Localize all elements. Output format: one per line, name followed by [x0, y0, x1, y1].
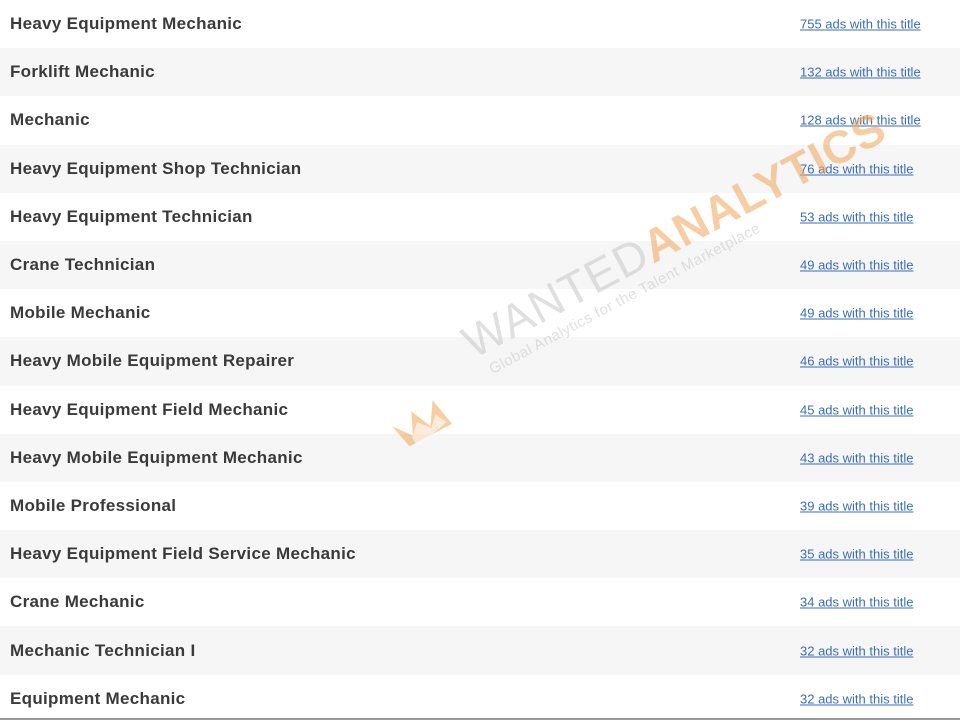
table-row: Equipment Mechanic 32 ads with this titl…: [0, 674, 960, 720]
table-row: Heavy Mobile Equipment Mechanic 43 ads w…: [0, 433, 960, 482]
table-row: Mobile Mechanic 49 ads with this title: [0, 289, 960, 338]
job-title: Mobile Mechanic: [10, 303, 151, 323]
job-title: Heavy Mobile Equipment Repairer: [10, 351, 295, 371]
table-row: Crane Technician 49 ads with this title: [0, 240, 960, 290]
table-row: Mechanic 128 ads with this title: [0, 96, 960, 145]
table-row: Crane Mechanic 34 ads with this title: [0, 578, 960, 627]
ads-count-link[interactable]: 49 ads with this title: [800, 258, 913, 273]
job-title: Equipment Mechanic: [10, 688, 186, 708]
ads-count-link[interactable]: 53 ads with this title: [800, 209, 913, 224]
job-title: Heavy Equipment Field Mechanic: [10, 399, 289, 419]
job-title: Heavy Equipment Mechanic: [10, 14, 243, 34]
table-row: Heavy Equipment Technician 53 ads with t…: [0, 192, 960, 241]
ads-count-link[interactable]: 128 ads with this title: [800, 113, 921, 128]
job-title: Heavy Mobile Equipment Mechanic: [10, 447, 303, 467]
ads-count-link[interactable]: 39 ads with this title: [800, 498, 913, 513]
table-row: Heavy Equipment Field Mechanic 45 ads wi…: [0, 385, 960, 434]
table-row: Forklift Mechanic 132 ads with this titl…: [0, 48, 960, 97]
ads-count-link[interactable]: 132 ads with this title: [800, 65, 921, 80]
job-title: Heavy Equipment Technician: [10, 206, 253, 226]
job-title: Mechanic Technician I: [10, 640, 196, 660]
job-title: Heavy Equipment Field Service Mechanic: [10, 544, 356, 564]
table-row: Mobile Professional 39 ads with this tit…: [0, 481, 960, 531]
job-title: Mechanic: [10, 110, 90, 130]
table-row: Heavy Equipment Field Service Mechanic 3…: [0, 530, 960, 579]
ads-count-link[interactable]: 45 ads with this title: [800, 402, 913, 417]
table-row: Heavy Equipment Mechanic 755 ads with th…: [0, 0, 960, 49]
ads-count-link[interactable]: 755 ads with this title: [800, 17, 921, 32]
table-row: Heavy Equipment Shop Technician 76 ads w…: [0, 144, 960, 193]
ads-count-link[interactable]: 32 ads with this title: [800, 691, 913, 706]
ads-count-link[interactable]: 43 ads with this title: [800, 450, 913, 465]
table-row: Heavy Mobile Equipment Repairer 46 ads w…: [0, 337, 960, 386]
ads-count-link[interactable]: 49 ads with this title: [800, 306, 913, 321]
ads-count-link[interactable]: 34 ads with this title: [800, 595, 913, 610]
job-title: Crane Mechanic: [10, 592, 145, 612]
ads-count-link[interactable]: 76 ads with this title: [800, 161, 913, 176]
job-title: Heavy Equipment Shop Technician: [10, 158, 302, 178]
ads-count-link[interactable]: 46 ads with this title: [800, 354, 913, 369]
job-title: Forklift Mechanic: [10, 62, 155, 82]
job-title: Mobile Professional: [10, 495, 177, 515]
table-row: Mechanic Technician I 32 ads with this t…: [0, 626, 960, 675]
job-titles-table: Heavy Equipment Mechanic 755 ads with th…: [0, 0, 960, 720]
job-title: Crane Technician: [10, 255, 156, 275]
ads-count-link[interactable]: 35 ads with this title: [800, 547, 913, 562]
ads-count-link[interactable]: 32 ads with this title: [800, 643, 913, 658]
